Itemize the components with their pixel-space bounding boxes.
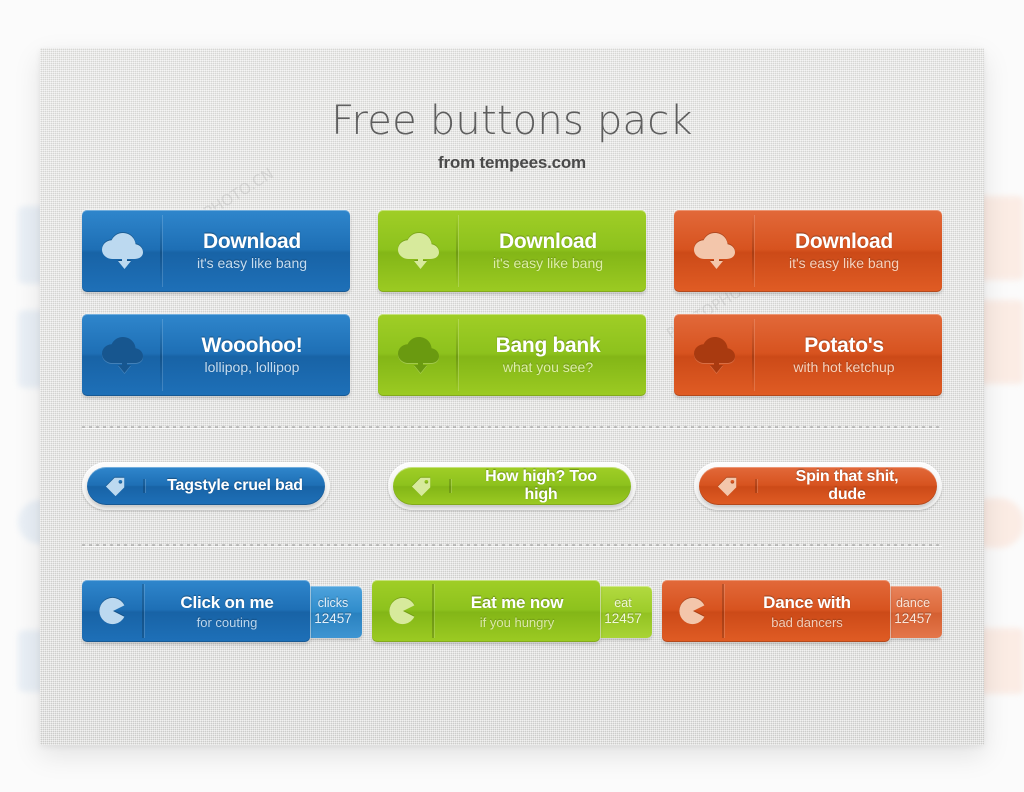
cloud-download-icon-box [674, 210, 754, 292]
tag-button-blue-wrap: Tagstyle cruel bad [82, 462, 330, 510]
header: Free buttons pack from tempees.com [40, 98, 984, 173]
counter-button-orange-labels: Dance with bad dancers [724, 580, 890, 642]
pressed-button-blue[interactable]: Wooohoo! lollipop, lollipop [82, 314, 350, 396]
badge-label: clicks [317, 595, 349, 610]
cloud-download-icon-box [674, 314, 754, 396]
button-subtitle: it's easy like bang [492, 254, 604, 271]
badge-label: dance [895, 595, 931, 610]
counter-badge-green[interactable]: eat 12457 [594, 586, 652, 638]
tag-button-label: Tagstyle cruel bad [167, 477, 303, 494]
tag-icon-box [699, 475, 757, 497]
counter-button-blue[interactable]: Click on me for couting [82, 580, 310, 642]
pacman-icon [389, 597, 415, 625]
row-tags: Tagstyle cruel bad How high? Too high Sp… [82, 462, 942, 510]
button-subtitle: for couting [196, 614, 258, 630]
counter-group-orange: Dance with bad dancers dance 12457 [662, 580, 942, 642]
cloud-download-icon-box [378, 210, 458, 292]
row-pressed: Wooohoo! lollipop, lollipop Bang bank wh… [82, 314, 942, 396]
button-subtitle: bad dancers [771, 614, 843, 630]
button-subtitle: it's easy like bang [788, 254, 900, 271]
tag-button-green[interactable]: How high? Too high [393, 467, 631, 505]
tag-icon-box [393, 475, 451, 497]
button-title: Download [795, 229, 893, 253]
button-title: Potato's [804, 333, 884, 357]
buttons-grid: Download it's easy like bang Download it… [82, 210, 942, 642]
button-title: Download [499, 229, 597, 253]
row-download: Download it's easy like bang Download it… [82, 210, 942, 292]
pacman-icon-box [662, 580, 724, 642]
tag-button-blue[interactable]: Tagstyle cruel bad [87, 467, 325, 505]
page-subtitle: from tempees.com [438, 153, 586, 172]
cloud-download-icon [398, 233, 439, 269]
download-button-blue[interactable]: Download it's easy like bang [82, 210, 350, 292]
cloud-download-icon-box [378, 314, 458, 396]
button-title: Eat me now [470, 592, 564, 612]
tag-button-orange[interactable]: Spin that shit, dude [699, 467, 937, 505]
cloud-download-icon-box [82, 314, 162, 396]
button-title: Bang bank [495, 333, 601, 357]
counter-group-blue: Click on me for couting clicks 12457 [82, 580, 362, 642]
counter-badge-blue[interactable]: clicks 12457 [304, 586, 362, 638]
tag-button-label: Spin that shit, dude [795, 468, 899, 503]
cloud-download-icon-box [82, 210, 162, 292]
tag-button-green-wrap: How high? Too high [388, 462, 636, 510]
counter-group-green: Eat me now if you hungry eat 12457 [372, 580, 652, 642]
cloud-download-icon [102, 337, 143, 373]
pacman-icon [99, 597, 125, 625]
pressed-button-blue-labels: Wooohoo! lollipop, lollipop [162, 314, 350, 396]
cloud-download-icon [694, 337, 735, 373]
badge-count: 12457 [894, 611, 932, 627]
pacman-icon-box [82, 580, 144, 642]
pacman-icon [679, 597, 705, 625]
button-subtitle: with hot ketchup [793, 358, 895, 375]
button-subtitle: if you hungry [479, 614, 555, 630]
download-button-blue-labels: Download it's easy like bang [162, 210, 350, 292]
counter-button-green-labels: Eat me now if you hungry [434, 580, 600, 642]
tag-button-orange-wrap: Spin that shit, dude [694, 462, 942, 510]
download-button-orange-labels: Download it's easy like bang [754, 210, 942, 292]
button-subtitle: it's easy like bang [196, 254, 308, 271]
button-title: Dance with [763, 592, 851, 612]
button-title: Click on me [180, 592, 274, 612]
cloud-download-icon [398, 337, 439, 373]
button-subtitle: what you see? [502, 358, 594, 375]
button-subtitle: lollipop, lollipop [204, 358, 300, 375]
pressed-button-orange[interactable]: Potato's with hot ketchup [674, 314, 942, 396]
row-counters: Click on me for couting clicks 12457 Eat… [82, 580, 942, 642]
pressed-button-green-labels: Bang bank what you see? [458, 314, 646, 396]
counter-button-blue-labels: Click on me for couting [144, 580, 310, 642]
tag-button-label: How high? Too high [485, 468, 597, 503]
button-title: Wooohoo! [201, 333, 303, 357]
download-button-green[interactable]: Download it's easy like bang [378, 210, 646, 292]
tag-icon [717, 477, 737, 497]
main-panel: PHOTOPHOTO.CN PHOTOPHOTO Free buttons pa… [40, 48, 984, 745]
pacman-icon-box [372, 580, 434, 642]
tag-icon-box [87, 475, 145, 497]
download-button-orange[interactable]: Download it's easy like bang [674, 210, 942, 292]
badge-count: 12457 [604, 611, 642, 627]
badge-label: eat [614, 595, 632, 610]
pressed-button-orange-labels: Potato's with hot ketchup [754, 314, 942, 396]
download-button-green-labels: Download it's easy like bang [458, 210, 646, 292]
counter-badge-orange[interactable]: dance 12457 [884, 586, 942, 638]
button-title: Download [203, 229, 301, 253]
cloud-download-icon [694, 233, 735, 269]
cloud-download-icon [102, 233, 143, 269]
tag-icon [105, 477, 125, 497]
counter-button-green[interactable]: Eat me now if you hungry [372, 580, 600, 642]
badge-count: 12457 [314, 611, 352, 627]
pressed-button-green[interactable]: Bang bank what you see? [378, 314, 646, 396]
page-title: Free buttons pack [331, 98, 693, 144]
tag-icon [411, 477, 431, 497]
counter-button-orange[interactable]: Dance with bad dancers [662, 580, 890, 642]
